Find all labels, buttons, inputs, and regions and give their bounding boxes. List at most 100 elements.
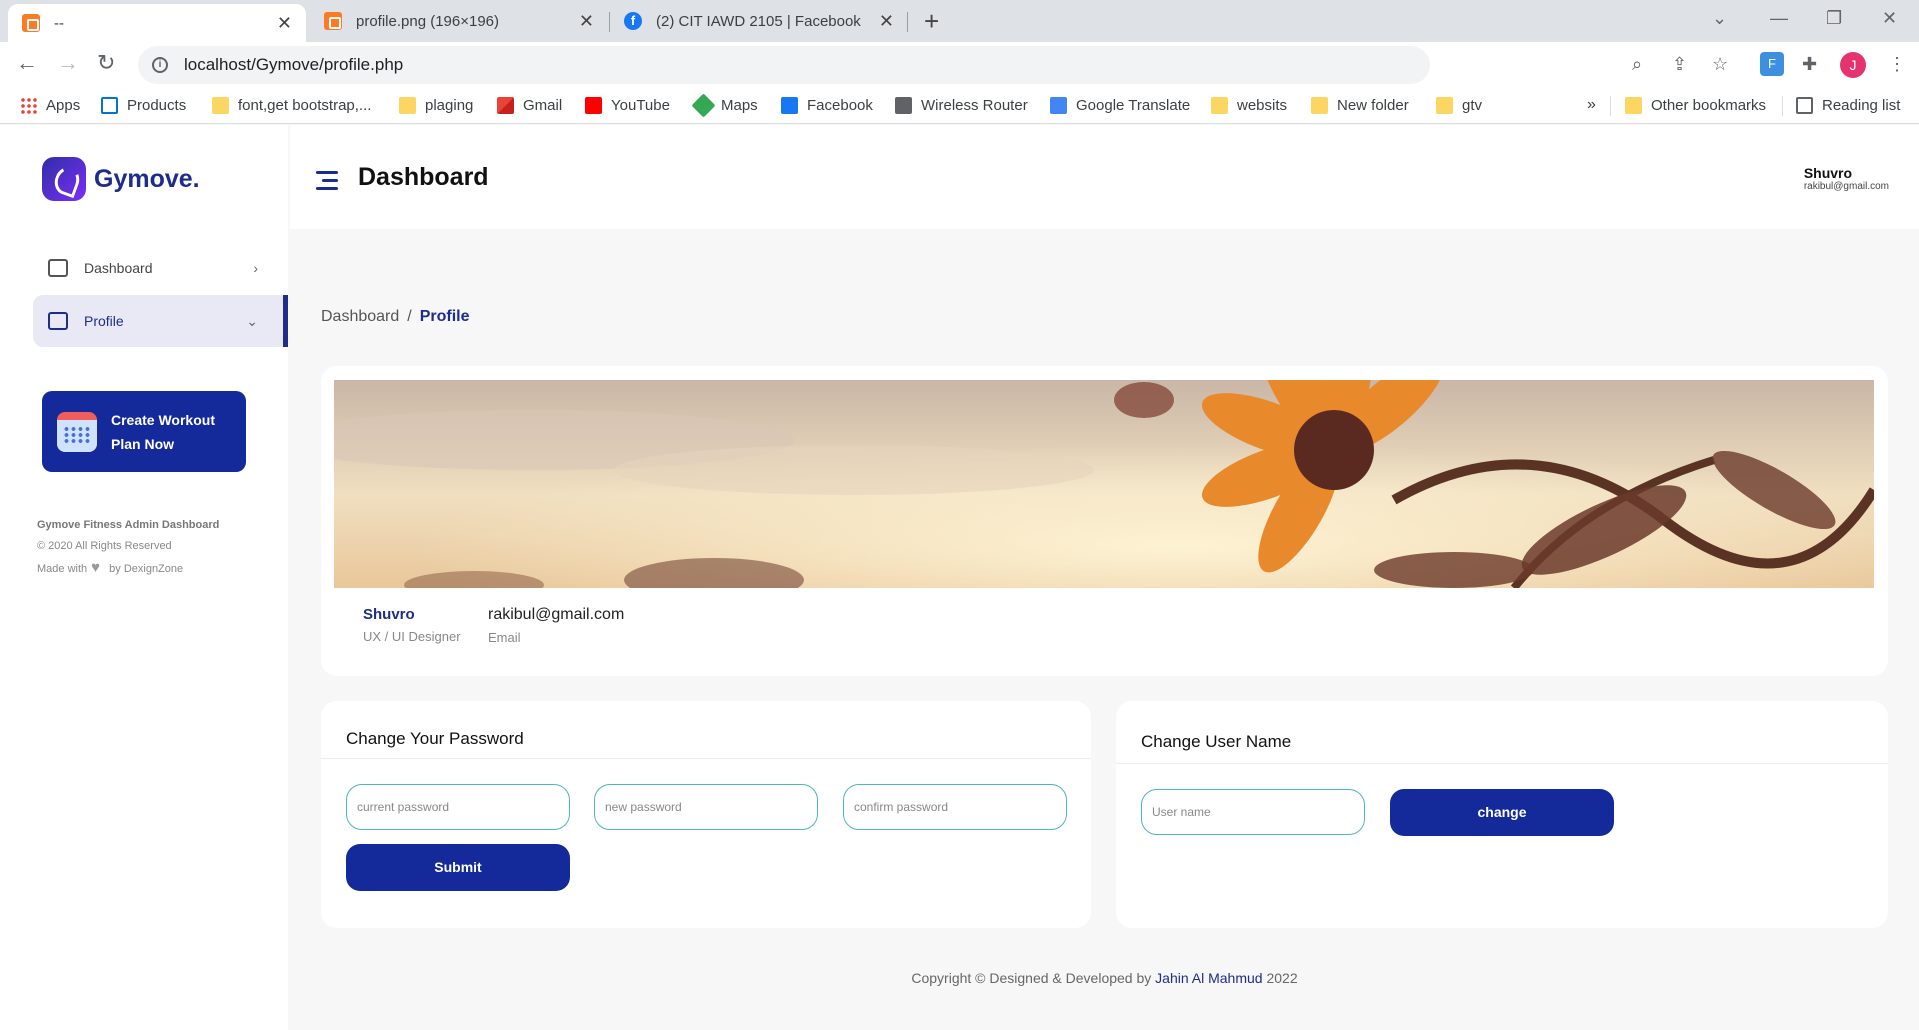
profile-role: UX / UI Designer (363, 629, 461, 644)
bookmark-label: Wireless Router (921, 97, 1028, 114)
bookmark-google-translate[interactable]: Google Translate (1050, 97, 1190, 114)
sidebar-item-dashboard[interactable]: Dashboard › (33, 242, 288, 294)
footer-rights: © 2020 All Rights Reserved (37, 540, 172, 552)
close-icon[interactable]: ✕ (277, 13, 292, 34)
apps-icon (20, 97, 37, 114)
change-username-button[interactable]: change (1390, 789, 1614, 836)
bookmark-label: font,get bootstrap,... (238, 97, 372, 114)
gmail-icon (497, 97, 514, 114)
forward-icon[interactable]: → (57, 50, 79, 76)
zoom-icon[interactable]: ⌕ (1632, 54, 1642, 75)
bookmark-label: gtv (1462, 97, 1483, 114)
page-footer: Copyright © Designed & Developed by Jahi… (0, 970, 1919, 986)
runner-logo-icon (42, 157, 86, 201)
close-icon[interactable]: ✕ (579, 11, 594, 32)
confirm-password-input[interactable] (843, 784, 1067, 830)
folder-icon (1311, 97, 1328, 114)
change-password-card: Change Your Password Submit (321, 701, 1091, 928)
address-bar[interactable]: i localhost/Gymove/profile.php (138, 46, 1430, 84)
monitor-icon (48, 312, 68, 330)
folder-icon (399, 97, 416, 114)
cover-photo (334, 380, 1874, 588)
browser-tab-strip: -- ✕ profile.png (196×196) ✕ f (2) CIT I… (0, 0, 1919, 42)
new-password-input[interactable] (594, 784, 818, 830)
bookmark-label: Facebook (807, 97, 873, 114)
change-username-card: Change User Name change (1116, 701, 1888, 928)
bookmark-label: plaging (425, 97, 474, 114)
header-user[interactable]: Shuvro rakibul@gmail.com (1804, 165, 1889, 192)
cta-line-2: Plan Now (111, 435, 175, 452)
card-title: Change User Name (1141, 732, 1292, 751)
bookmark-label: websits (1237, 97, 1288, 114)
bookmark-plaging[interactable]: plaging (399, 97, 473, 114)
submit-button[interactable]: Submit (346, 844, 570, 891)
sidebar-item-profile[interactable]: Profile ⌄ (33, 295, 288, 347)
share-icon[interactable]: ⇪ (1672, 54, 1687, 75)
current-password-input[interactable] (346, 784, 570, 830)
folder-icon (212, 97, 229, 114)
cta-line-1: Create Workout (111, 411, 215, 428)
restore-icon[interactable]: ❐ (1826, 8, 1842, 29)
bookmark-gmail[interactable]: Gmail (497, 97, 562, 114)
bookmark-websits[interactable]: websits (1211, 97, 1287, 114)
browser-tab-3[interactable]: f (2) CIT IAWD 2105 | Facebook ✕ (610, 0, 908, 42)
extension-fi-icon[interactable]: F (1760, 52, 1784, 76)
bookmark-other[interactable]: Other bookmarks (1625, 97, 1766, 114)
browser-tab-2[interactable]: profile.png (196×196) ✕ (310, 0, 608, 42)
brand-dot: . (192, 164, 200, 193)
breadcrumb-dashboard-link[interactable]: Dashboard (321, 308, 399, 325)
profile-name-field: Shuvro UX / UI Designer (363, 606, 461, 644)
menu-kebab-icon[interactable]: ⋮ (1888, 54, 1906, 75)
header-user-name: Shuvro (1803, 165, 1853, 181)
bookmark-youtube[interactable]: YouTube (585, 97, 670, 114)
tab-search-icon[interactable]: ⌄ (1712, 8, 1727, 29)
chevron-right-icon: › (253, 260, 258, 276)
create-workout-button[interactable]: Create Workout Plan Now (42, 391, 246, 472)
bookmarks-more-icon[interactable]: » (1587, 96, 1596, 114)
profile-card: Shuvro UX / UI Designer rakibul@gmail.co… (321, 366, 1888, 676)
extensions-puzzle-icon[interactable]: ✚ (1802, 54, 1817, 75)
bookmark-wireless-router[interactable]: Wireless Router (895, 97, 1028, 114)
profile-avatar[interactable]: J (1840, 52, 1866, 78)
back-icon[interactable]: ← (16, 50, 38, 76)
bookmark-products[interactable]: Products (101, 97, 186, 114)
breadcrumb-separator: / (407, 308, 412, 325)
page-title: Dashboard (358, 163, 489, 191)
youtube-icon (585, 97, 602, 114)
hamburger-menu-icon[interactable] (316, 171, 338, 195)
bookmark-maps[interactable]: Maps (691, 93, 758, 118)
bookmark-label: Maps (721, 97, 758, 114)
tab-separator (907, 12, 908, 32)
reading-list[interactable]: Reading list (1796, 97, 1900, 114)
footer-author-link[interactable]: Jahin Al Mahmud (1155, 970, 1262, 986)
bookmark-label: Apps (46, 97, 81, 114)
footer-made-with: Made with ♥ by DexignZone (37, 557, 219, 580)
profile-name: Shuvro (363, 606, 415, 623)
browser-tab-1[interactable]: -- ✕ (8, 4, 306, 42)
bookmark-new-folder[interactable]: New folder (1311, 97, 1409, 114)
username-input[interactable] (1141, 789, 1365, 835)
footer-title: Gymove Fitness Admin Dashboard (37, 519, 220, 531)
footer-year: 2022 (1266, 970, 1298, 986)
bookmark-apps[interactable]: Apps (20, 97, 80, 114)
bookmark-gtv[interactable]: gtv (1436, 97, 1482, 114)
bookmark-label: Products (127, 97, 187, 114)
bookmark-star-icon[interactable]: ☆ (1712, 54, 1728, 75)
minimize-icon[interactable]: — (1770, 8, 1788, 29)
bookmark-facebook[interactable]: Facebook (781, 97, 873, 114)
breadcrumb: Dashboard / Profile (321, 308, 470, 326)
bookmark-label: Gmail (523, 97, 563, 114)
bookmark-font[interactable]: font,get bootstrap,... (212, 97, 371, 114)
made-with-text: Made with (37, 563, 88, 575)
url-text: localhost/Gymove/profile.php (184, 55, 404, 74)
info-icon[interactable]: i (152, 57, 168, 73)
new-tab-icon[interactable]: + (924, 6, 939, 37)
sidebar-item-label: Profile (84, 313, 124, 329)
window-close-icon[interactable]: ✕ (1882, 8, 1897, 29)
folder-icon (1625, 97, 1642, 114)
close-icon[interactable]: ✕ (879, 11, 894, 32)
globe-icon (895, 97, 912, 114)
profile-email: rakibul@gmail.com (488, 606, 625, 623)
reload-icon[interactable]: ↻ (97, 50, 115, 76)
brand-logo-link[interactable]: Gymove. (42, 157, 200, 201)
